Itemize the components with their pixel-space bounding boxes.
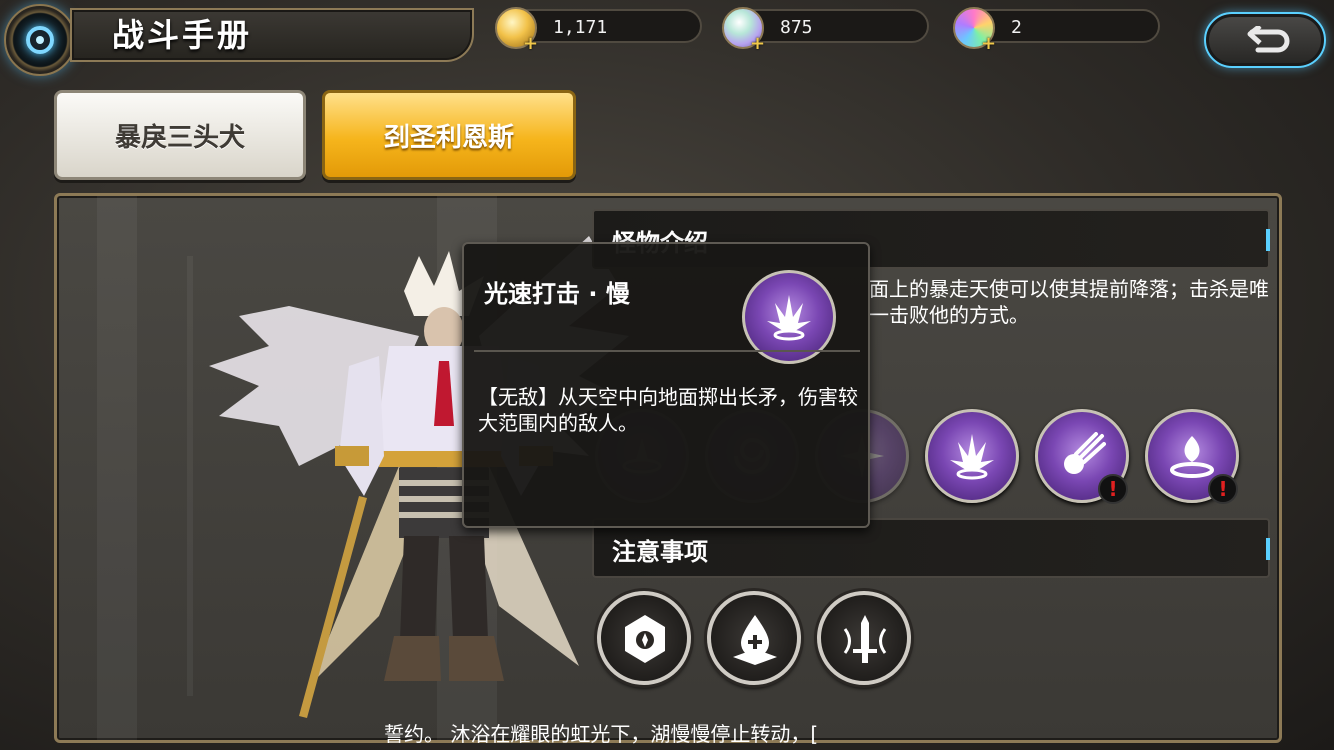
gold-amount: 1,171 <box>553 17 608 38</box>
flame-ring-icon <box>1170 436 1214 478</box>
tab-cerberus[interactable]: 暴戾三头犬 <box>54 90 306 180</box>
healing-drop-icon <box>733 615 777 665</box>
news-ticker: 誓约。 沐浴在耀眼的虹光下，湖慢慢停止转动，[ <box>384 722 819 746</box>
currency-rainbow-gem[interactable]: + 2 <box>953 7 1160 54</box>
top-bar: 战斗手册 + 1,171 + 875 + 2 <box>0 0 1334 80</box>
back-button[interactable] <box>1204 12 1326 68</box>
currency-gold[interactable]: + 1,171 <box>495 7 702 54</box>
meteor-icon <box>1064 432 1106 474</box>
add-rainbow-gem-icon[interactable]: + <box>981 33 996 54</box>
currency-crystal[interactable]: + 875 <box>722 7 929 54</box>
skill-slot-4[interactable] <box>925 409 1019 503</box>
tab-seraph[interactable]: 刭圣利恩斯 <box>322 90 576 180</box>
shield-crest-icon <box>625 615 665 663</box>
tooltip-divider <box>474 350 860 352</box>
note-sword[interactable] <box>817 591 911 685</box>
notes-title: 注意事项 <box>612 538 708 566</box>
light-strike-icon <box>950 434 994 480</box>
header-accent <box>1266 229 1270 251</box>
add-gold-icon[interactable]: + <box>523 33 538 54</box>
tooltip-title: 光速打击 · 慢 <box>484 280 630 308</box>
note-shield[interactable] <box>597 591 691 685</box>
warning-badge: ! <box>1208 474 1238 504</box>
skill-slot-5[interactable]: ! <box>1035 409 1129 504</box>
panel-pillar <box>97 196 137 740</box>
add-crystal-icon[interactable]: + <box>750 33 765 54</box>
skill-slot-6[interactable]: ! <box>1145 409 1239 504</box>
sword-icon <box>843 615 887 663</box>
main-menu-orb-icon[interactable] <box>4 4 76 76</box>
warning-badge: ! <box>1098 474 1128 504</box>
tooltip-description: 【无敌】从天空中向地面掷出长矛，伤害较大范围内的敌人。 <box>478 385 858 435</box>
header-accent <box>1266 538 1270 560</box>
skill-tooltip: 光速打击 · 慢 【无敌】从天空中向地面掷出长矛，伤害较大范围内的敌人。 <box>462 242 870 528</box>
crystal-amount: 875 <box>780 17 813 38</box>
rainbow-gem-amount: 2 <box>1011 17 1022 38</box>
monster-intro-text: 面上的暴走天使可以使其提前降落；击杀是唯一击败他的方式。 <box>869 277 1269 327</box>
page-title: 战斗手册 <box>112 16 253 54</box>
light-strike-icon <box>767 295 811 341</box>
orb-core <box>36 36 44 44</box>
note-heal[interactable] <box>707 591 801 685</box>
back-arrow-icon <box>1247 26 1290 53</box>
